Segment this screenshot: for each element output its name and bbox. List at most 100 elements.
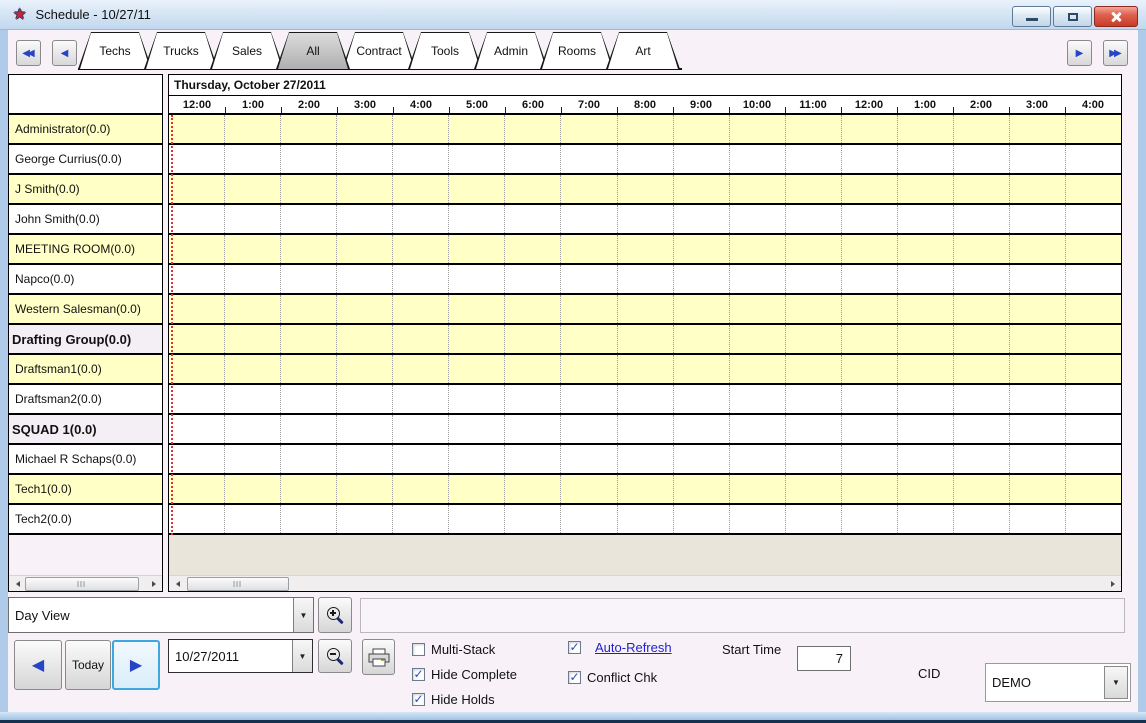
time-slot[interactable] bbox=[1065, 505, 1121, 533]
chevron-down-icon[interactable]: ▼ bbox=[293, 598, 313, 632]
time-slot[interactable] bbox=[897, 415, 953, 443]
time-slot[interactable] bbox=[448, 205, 504, 233]
time-slot[interactable] bbox=[953, 415, 1009, 443]
time-slot[interactable] bbox=[953, 445, 1009, 473]
conflict-chk-checkbox[interactable] bbox=[568, 671, 581, 684]
time-slot[interactable] bbox=[1009, 385, 1065, 413]
time-slot[interactable] bbox=[729, 475, 785, 503]
time-slot[interactable] bbox=[448, 175, 504, 203]
resource-row[interactable]: Draftsman2(0.0) bbox=[9, 385, 162, 415]
time-slot[interactable] bbox=[448, 145, 504, 173]
time-slot[interactable] bbox=[785, 265, 841, 293]
time-slot[interactable] bbox=[169, 355, 224, 383]
time-slot[interactable] bbox=[1009, 175, 1065, 203]
time-slot[interactable] bbox=[785, 475, 841, 503]
time-slot[interactable] bbox=[560, 145, 616, 173]
time-slot[interactable] bbox=[953, 325, 1009, 353]
schedule-row[interactable] bbox=[169, 505, 1121, 535]
time-slot[interactable] bbox=[336, 475, 392, 503]
time-slot[interactable] bbox=[673, 265, 729, 293]
time-slot[interactable] bbox=[336, 235, 392, 263]
time-slot[interactable] bbox=[953, 205, 1009, 233]
time-slot[interactable] bbox=[448, 505, 504, 533]
tab-all[interactable]: All bbox=[276, 32, 350, 69]
time-slot[interactable] bbox=[280, 445, 336, 473]
time-slot[interactable] bbox=[504, 385, 560, 413]
resource-row[interactable]: Napco(0.0) bbox=[9, 265, 162, 295]
time-slot[interactable] bbox=[617, 355, 673, 383]
schedule-row[interactable] bbox=[169, 475, 1121, 505]
time-slot[interactable] bbox=[785, 235, 841, 263]
time-slot[interactable] bbox=[560, 355, 616, 383]
time-slot[interactable] bbox=[169, 235, 224, 263]
time-slot[interactable] bbox=[169, 475, 224, 503]
time-slot[interactable] bbox=[224, 385, 280, 413]
time-slot[interactable] bbox=[841, 445, 897, 473]
tab-tools[interactable]: Tools bbox=[408, 32, 482, 69]
tab-scroll-prev-button[interactable]: ◀ bbox=[52, 40, 77, 66]
time-slot[interactable] bbox=[169, 325, 224, 353]
time-slot[interactable] bbox=[841, 295, 897, 323]
time-slot[interactable] bbox=[673, 355, 729, 383]
time-slot[interactable] bbox=[729, 295, 785, 323]
time-slot[interactable] bbox=[560, 415, 616, 443]
time-slot[interactable] bbox=[785, 115, 841, 143]
time-slot[interactable] bbox=[1065, 475, 1121, 503]
time-slot[interactable] bbox=[617, 475, 673, 503]
schedule-row[interactable] bbox=[169, 235, 1121, 265]
resource-row[interactable]: J Smith(0.0) bbox=[9, 175, 162, 205]
time-slot[interactable] bbox=[169, 265, 224, 293]
time-slot[interactable] bbox=[280, 415, 336, 443]
start-time-input[interactable] bbox=[797, 646, 851, 671]
time-slot[interactable] bbox=[504, 355, 560, 383]
resource-row[interactable]: John Smith(0.0) bbox=[9, 205, 162, 235]
tab-scroll-last-button[interactable]: ▶▶ bbox=[1103, 40, 1128, 66]
time-slot[interactable] bbox=[560, 115, 616, 143]
time-slot[interactable] bbox=[448, 415, 504, 443]
time-slot[interactable] bbox=[841, 475, 897, 503]
time-slot[interactable] bbox=[448, 295, 504, 323]
time-slot[interactable] bbox=[169, 445, 224, 473]
time-slot[interactable] bbox=[617, 295, 673, 323]
time-slot[interactable] bbox=[560, 175, 616, 203]
multi-stack-checkbox[interactable] bbox=[412, 643, 425, 656]
time-slot[interactable] bbox=[336, 415, 392, 443]
resource-row[interactable]: Tech2(0.0) bbox=[9, 505, 162, 535]
schedule-row[interactable] bbox=[169, 145, 1121, 175]
time-slot[interactable] bbox=[392, 445, 448, 473]
time-slot[interactable] bbox=[785, 295, 841, 323]
chevron-down-icon[interactable]: ▼ bbox=[292, 640, 312, 672]
time-slot[interactable] bbox=[560, 205, 616, 233]
time-slot[interactable] bbox=[504, 505, 560, 533]
time-slot[interactable] bbox=[392, 265, 448, 293]
tab-trucks[interactable]: Trucks bbox=[144, 32, 218, 69]
time-slot[interactable] bbox=[1009, 325, 1065, 353]
time-slot[interactable] bbox=[617, 115, 673, 143]
time-slot[interactable] bbox=[169, 415, 224, 443]
time-slot[interactable] bbox=[1009, 415, 1065, 443]
time-slot[interactable] bbox=[785, 505, 841, 533]
time-slot[interactable] bbox=[1065, 265, 1121, 293]
next-day-button[interactable]: ▶ bbox=[112, 640, 160, 690]
time-slot[interactable] bbox=[1065, 295, 1121, 323]
time-slot[interactable] bbox=[280, 265, 336, 293]
time-slot[interactable] bbox=[280, 295, 336, 323]
time-slot[interactable] bbox=[729, 175, 785, 203]
time-slot[interactable] bbox=[224, 235, 280, 263]
time-slot[interactable] bbox=[729, 115, 785, 143]
time-slot[interactable] bbox=[673, 325, 729, 353]
time-slot[interactable] bbox=[953, 115, 1009, 143]
time-slot[interactable] bbox=[448, 265, 504, 293]
time-slot[interactable] bbox=[169, 385, 224, 413]
time-slot[interactable] bbox=[336, 295, 392, 323]
resource-row[interactable]: Draftsman1(0.0) bbox=[9, 355, 162, 385]
time-slot[interactable] bbox=[280, 145, 336, 173]
time-slot[interactable] bbox=[897, 115, 953, 143]
maximize-button[interactable] bbox=[1053, 6, 1092, 27]
time-slot[interactable] bbox=[448, 235, 504, 263]
time-slot[interactable] bbox=[336, 505, 392, 533]
view-select[interactable]: Day View ▼ bbox=[8, 597, 314, 633]
time-slot[interactable] bbox=[617, 505, 673, 533]
time-slot[interactable] bbox=[280, 175, 336, 203]
time-slot[interactable] bbox=[673, 115, 729, 143]
